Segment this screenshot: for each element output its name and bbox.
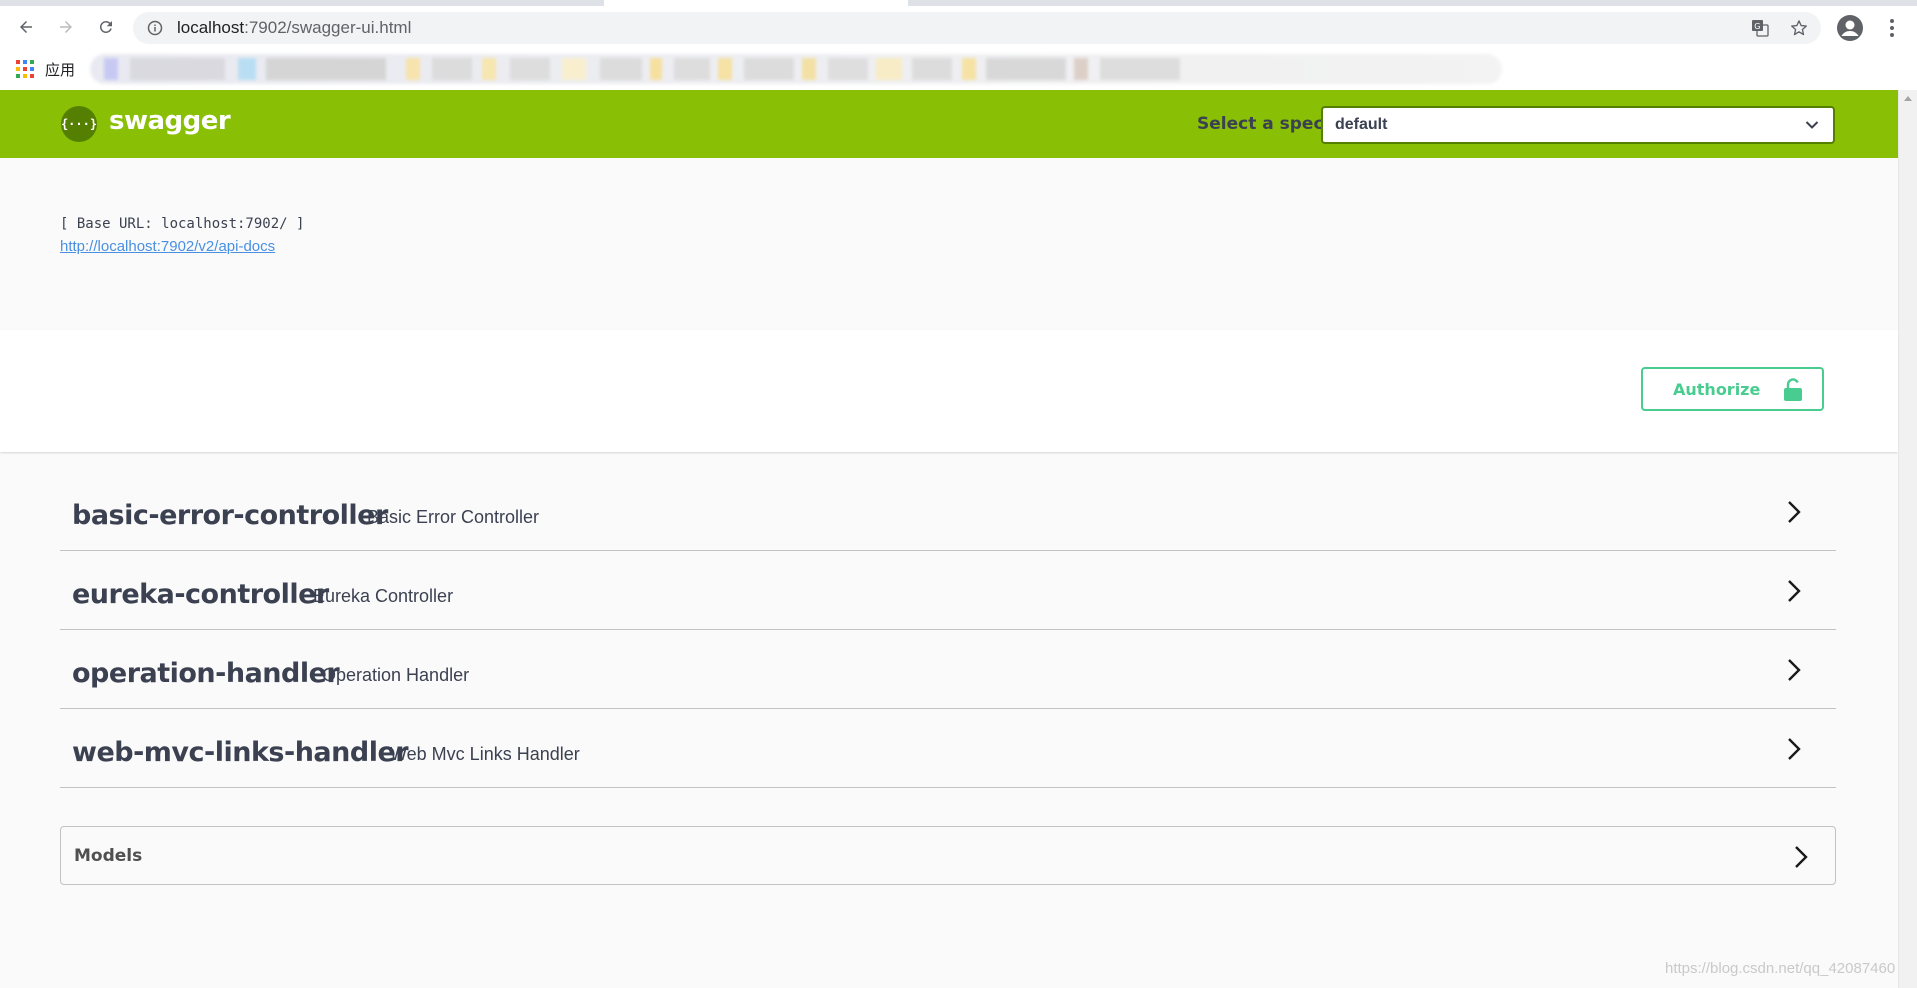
tag-section-operation-handler[interactable]: operation-handler Operation Handler [60,630,1836,709]
browser-menu-icon[interactable] [1880,16,1904,40]
back-button[interactable] [11,12,41,42]
tag-description: Eureka Controller [313,586,454,606]
bookmarks-bar: 应用 [0,48,1917,90]
models-section[interactable]: Models [60,826,1836,885]
swagger-logo-text[interactable]: swagger [109,106,231,136]
spec-select-value: default [1335,116,1388,133]
models-title: Models [74,846,143,866]
watermark: https://blog.csdn.net/qq_42087460 [1665,960,1896,977]
tag-description: Web Mvc Links Handler [390,744,580,764]
api-info-section: [ Base URL: localhost:7902/ ] http://loc… [0,158,1898,330]
arrow-left-icon [20,21,32,33]
reload-button[interactable] [91,12,121,42]
blurred-bookmarks [90,54,1502,84]
tag-name: basic-error-controller [72,500,388,531]
apps-grid-icon[interactable] [16,60,34,78]
chevron-right-icon [1788,738,1801,760]
forward-button[interactable] [51,12,81,42]
base-url-text: [ Base URL: localhost:7902/ ] [60,216,305,232]
select-spec-label: Select a spec [1197,114,1324,134]
authorize-label: Authorize [1673,380,1761,399]
page-scrollbar[interactable] [1898,90,1917,988]
url-host: localhost [177,18,245,37]
info-icon[interactable] [147,20,163,36]
tag-section-basic-error-controller[interactable]: basic-error-controller Basic Error Contr… [60,472,1836,551]
chevron-right-icon [1788,580,1801,602]
tag-section-web-mvc-links-handler[interactable]: web-mvc-links-handler Web Mvc Links Hand… [60,709,1836,788]
chevron-right-icon [1795,846,1808,868]
browser-toolbar: localhost:7902/swagger-ui.html G [0,6,1917,48]
swagger-logo-icon[interactable]: {···} [61,106,97,142]
scheme-container: Authorize [0,330,1898,452]
chevron-down-icon [1805,121,1819,129]
tag-name: eureka-controller [72,579,329,610]
apps-label[interactable]: 应用 [45,59,75,80]
chevron-right-icon [1788,659,1801,681]
translate-icon[interactable]: G [1751,19,1769,37]
spec-select[interactable]: default [1321,106,1835,144]
address-bar[interactable]: localhost:7902/swagger-ui.html G [133,12,1821,44]
reload-icon [99,20,112,33]
url-path: :7902/swagger-ui.html [244,18,412,37]
unlocked-lock-icon [1784,378,1802,401]
api-docs-link[interactable]: http://localhost:7902/v2/api-docs [60,238,275,255]
profile-avatar-icon[interactable] [1836,14,1864,42]
swagger-topbar: {···} swagger Select a spec default [0,90,1898,158]
tag-section-eureka-controller[interactable]: eureka-controller Eureka Controller [60,551,1836,630]
tag-description: Basic Error Controller [367,507,540,527]
tag-description: Operation Handler [322,665,470,685]
svg-text:G: G [1754,22,1760,31]
authorize-button[interactable]: Authorize [1641,367,1824,411]
arrow-right-icon [60,21,72,33]
page-viewport: {···} swagger Select a spec default [ Ba… [0,90,1898,988]
url-text[interactable]: localhost:7902/swagger-ui.html [177,18,411,38]
tag-name: operation-handler [72,658,340,689]
scroll-up-arrow-icon[interactable] [1904,96,1912,101]
bookmark-star-icon[interactable] [1789,18,1809,38]
tag-name: web-mvc-links-handler [72,737,409,768]
tag-list: basic-error-controller Basic Error Contr… [60,472,1836,788]
chevron-right-icon [1788,501,1801,523]
